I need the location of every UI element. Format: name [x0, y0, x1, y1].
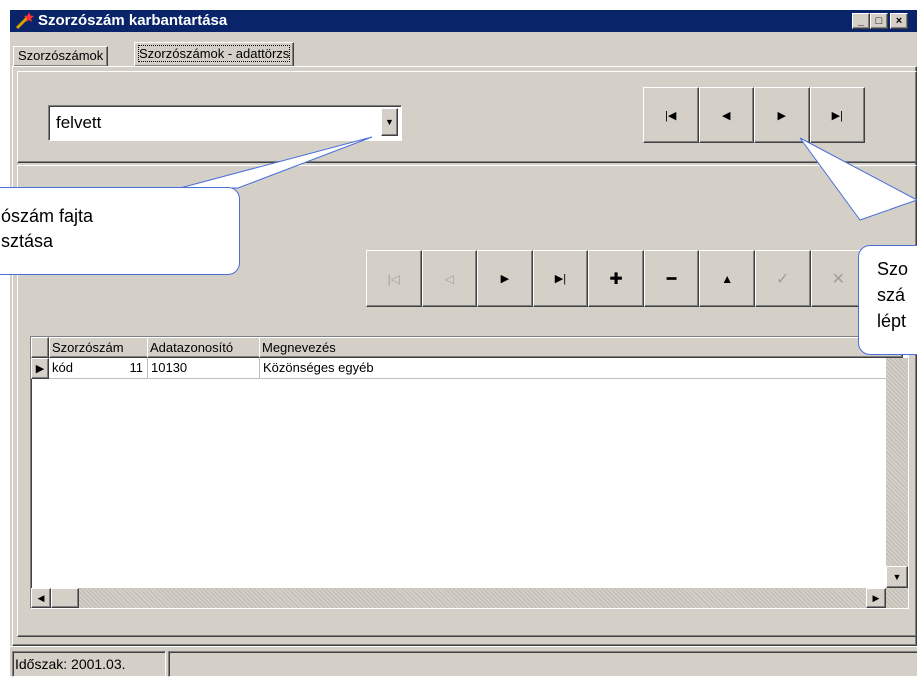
left-callout-pointer: [179, 136, 373, 189]
right-callout-pointer: [799, 137, 917, 221]
callout-pointers: [179, 136, 917, 221]
callout-right-line3: lépt: [877, 311, 907, 331]
callout-right-line1: Szo: [877, 259, 909, 279]
callout-left: ószám fajta sztása: [0, 187, 240, 275]
callout-left-line1: ószám fajta: [1, 206, 94, 226]
callout-right: Szo szá lépt: [858, 245, 917, 355]
callout-right-line2: szá: [877, 285, 906, 305]
callout-left-line2: sztása: [1, 231, 54, 251]
